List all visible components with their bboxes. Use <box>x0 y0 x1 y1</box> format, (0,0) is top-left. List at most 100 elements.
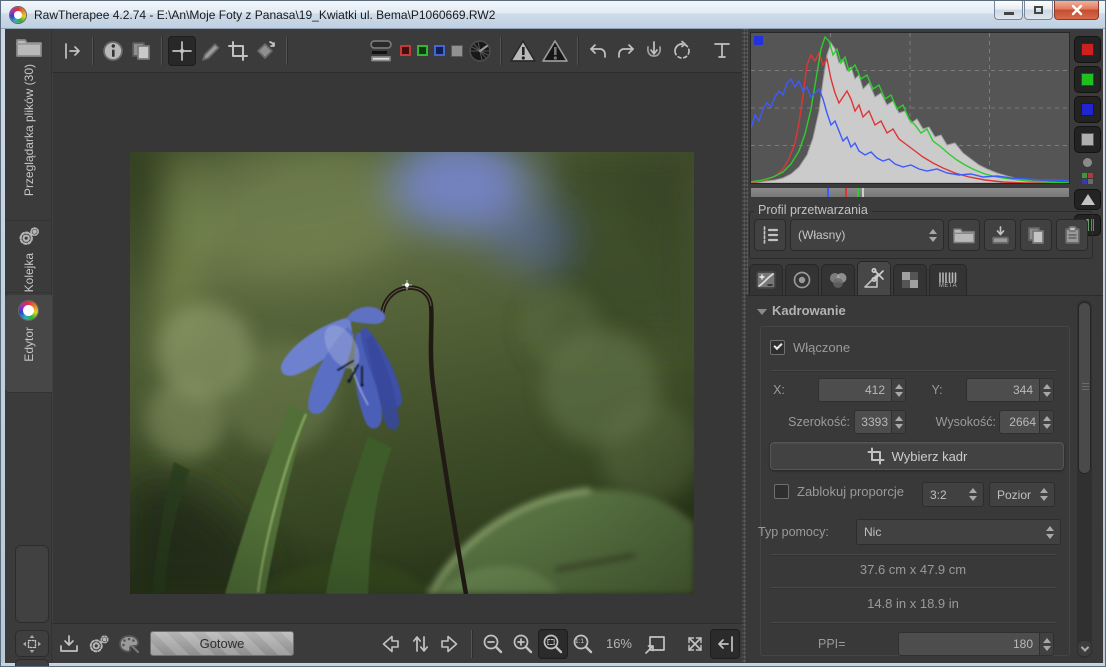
previous-image-button[interactable] <box>375 629 405 659</box>
before-after-button[interactable] <box>127 36 155 66</box>
histogram-chroma-toggle[interactable] <box>1082 173 1093 184</box>
ppi-spinner[interactable]: 180 <box>898 632 1054 656</box>
filmstrip-toggle-button[interactable] <box>15 659 49 667</box>
before-after-icon <box>130 40 152 62</box>
crop-width-spinner[interactable]: 3393 <box>854 410 906 434</box>
preview-red-channel-button[interactable] <box>400 45 411 56</box>
highlight-clipping-button[interactable] <box>507 36 539 66</box>
rotate-dashed-button[interactable] <box>668 36 696 66</box>
crop-y-spinner[interactable]: 344 <box>966 378 1054 402</box>
tab-metadata[interactable]: META <box>929 264 967 295</box>
edit-external-button[interactable] <box>114 629 144 659</box>
histogram-raw-toggle[interactable] <box>1074 189 1101 210</box>
info-button[interactable] <box>99 36 127 66</box>
crop-width-value[interactable]: 3393 <box>854 410 892 434</box>
preview-blue-channel-button[interactable] <box>434 45 445 56</box>
tab-raw[interactable] <box>893 264 927 295</box>
crop-x-spinner[interactable]: 412 <box>818 378 906 402</box>
snapshot-pin-button[interactable] <box>640 36 668 66</box>
add-to-queue-button[interactable] <box>84 629 114 659</box>
tools-scrollbar[interactable] <box>1077 300 1092 658</box>
histogram-plot[interactable] <box>750 32 1070 184</box>
crop-enabled-checkbox[interactable] <box>770 340 785 355</box>
swap-image-button[interactable] <box>405 629 435 659</box>
crop-tool-button[interactable] <box>224 36 252 66</box>
focus-mask-button[interactable] <box>466 36 494 66</box>
crop-section-title[interactable]: Kadrowanie <box>772 303 846 318</box>
spinner-arrows-icon[interactable] <box>1040 378 1054 402</box>
fill-mode-button[interactable] <box>754 219 786 251</box>
detach-preview-button[interactable] <box>708 36 736 66</box>
scrollbar-thumb[interactable] <box>1078 302 1091 474</box>
photo-preview[interactable] <box>130 152 694 594</box>
paste-profile-button[interactable] <box>1056 219 1088 251</box>
hide-right-panel-button[interactable] <box>710 629 740 659</box>
spinner-arrows-icon[interactable] <box>892 378 906 402</box>
zoom-fit-button[interactable] <box>538 629 568 659</box>
print-size-cm: 37.6 cm x 47.9 cm <box>770 562 1056 577</box>
lock-ratio-checkbox[interactable] <box>774 484 789 499</box>
orientation-select[interactable]: Pozior <box>989 482 1055 507</box>
ratio-select[interactable]: 3:2 <box>922 482 984 507</box>
tab-detail[interactable] <box>785 264 819 295</box>
hide-left-panel-button[interactable] <box>58 36 86 66</box>
histogram-value-dot-icon[interactable] <box>1083 158 1092 167</box>
load-profile-button[interactable] <box>948 219 980 251</box>
tab-exposure[interactable] <box>749 264 783 295</box>
crop-height-value[interactable]: 2664 <box>999 410 1040 434</box>
spinner-arrows-icon[interactable] <box>892 410 906 434</box>
zoom-100-button[interactable]: 1:1 <box>568 629 598 659</box>
histogram-red-toggle[interactable] <box>1074 36 1101 63</box>
spinner-arrows-icon[interactable] <box>1040 632 1054 656</box>
tab-queue[interactable]: Kolejka <box>5 221 52 293</box>
hand-tool-button[interactable] <box>168 36 196 66</box>
guide-type-select[interactable]: Nic <box>856 519 1061 545</box>
shadow-clipping-button[interactable] <box>539 36 571 66</box>
scrollbar-down-button[interactable] <box>1078 641 1091 656</box>
navigator-pan-button[interactable] <box>15 630 49 657</box>
histogram-green-toggle[interactable] <box>1074 66 1101 93</box>
toolbar-separator <box>161 37 162 65</box>
straighten-tool-button[interactable] <box>196 36 224 66</box>
copy-profile-button[interactable] <box>1020 219 1052 251</box>
select-crop-button[interactable]: Wybierz kadr <box>770 442 1064 470</box>
tab-metadata-label: META <box>939 284 957 289</box>
titlebar[interactable]: RawTherapee 4.2.74 - E:\An\Moje Foty z P… <box>1 1 1106 29</box>
minimize-button[interactable] <box>994 1 1023 20</box>
histogram-blue-toggle[interactable] <box>1074 96 1101 123</box>
redo-icon <box>614 41 638 61</box>
add-crop-window-button[interactable] <box>640 629 670 659</box>
window-frame-bottom <box>1 663 1106 667</box>
next-image-button[interactable] <box>435 629 465 659</box>
crop-height-spinner[interactable]: 2664 <box>999 410 1054 434</box>
crop-y-value[interactable]: 344 <box>966 378 1040 402</box>
crop-x-value[interactable]: 412 <box>818 378 892 402</box>
spinner-arrows-icon[interactable] <box>1040 410 1054 434</box>
preview-green-channel-button[interactable] <box>417 45 428 56</box>
preview-luminosity-button[interactable] <box>451 45 463 57</box>
save-profile-button[interactable] <box>984 219 1016 251</box>
zoom-in-button[interactable] <box>508 629 538 659</box>
ppi-value[interactable]: 180 <box>898 632 1040 656</box>
zoom-out-button[interactable] <box>478 629 508 659</box>
rotate-tool-button[interactable] <box>252 36 280 66</box>
tab-editor[interactable]: Edytor <box>5 295 52 393</box>
fullscreen-button[interactable] <box>680 629 710 659</box>
histogram-luma-toggle[interactable] <box>1074 126 1101 153</box>
redo-button[interactable] <box>612 36 640 66</box>
editor-canvas[interactable] <box>52 73 742 623</box>
tab-file-browser[interactable]: Przeglądarka plików (30) <box>5 31 52 221</box>
preview-modes-button[interactable] <box>365 36 397 66</box>
profile-select[interactable]: (Własny) <box>790 219 944 251</box>
close-button[interactable] <box>1054 1 1099 20</box>
undo-button[interactable] <box>584 36 612 66</box>
editor-colorwheel-icon <box>19 301 38 320</box>
tab-transform[interactable] <box>857 261 891 295</box>
minimize-icon <box>1004 12 1014 15</box>
collapse-arrow-icon[interactable] <box>757 309 767 315</box>
tab-color[interactable] <box>821 264 855 295</box>
collapsed-panel-handle[interactable] <box>15 545 49 623</box>
save-image-button[interactable] <box>54 629 84 659</box>
maximize-button[interactable] <box>1024 1 1053 20</box>
window-title: RawTherapee 4.2.74 - E:\An\Moje Foty z P… <box>34 8 495 22</box>
